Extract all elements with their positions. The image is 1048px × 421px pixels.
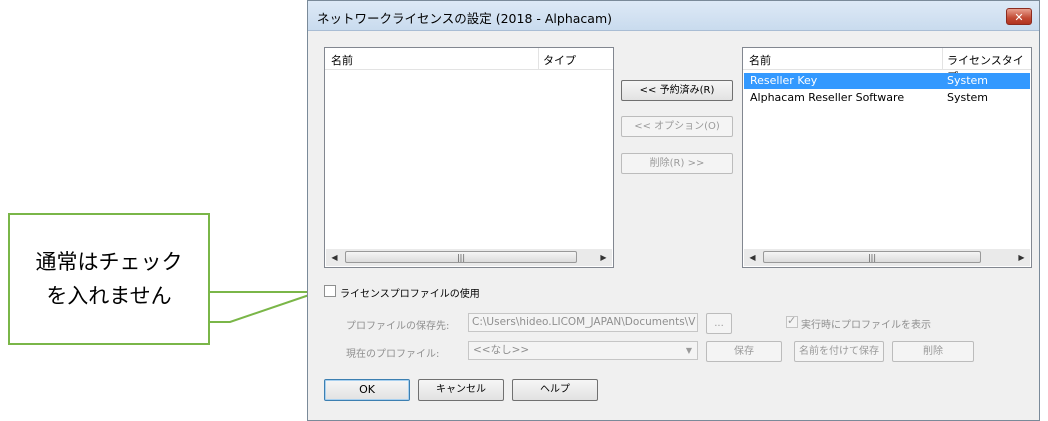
save-button[interactable]: 保存	[706, 341, 782, 362]
column-divider[interactable]	[538, 48, 539, 69]
license-type: System	[947, 74, 989, 87]
profile-location-field[interactable]: C:\Users\hideo.LICOM_JAPAN\Documents\V	[468, 313, 698, 332]
scroll-left-icon[interactable]: ◀	[326, 249, 343, 266]
available-licenses-list[interactable]: 名前 タイプ ◀ ||| ▶	[324, 47, 614, 268]
current-profile-value: <<なし>>	[473, 344, 530, 356]
delete-reserved-button[interactable]: 削除(R) >>	[621, 153, 733, 174]
list-item[interactable]: Reseller Key System	[744, 73, 1030, 89]
list-item[interactable]: Alphacam Reseller Software System	[744, 90, 1030, 106]
close-icon: ✕	[1014, 11, 1024, 24]
current-profile-select[interactable]: <<なし>> ▼	[468, 341, 698, 360]
list-header: 名前 タイプ	[325, 48, 613, 70]
use-profile-label[interactable]: ライセンスプロファイルの使用	[340, 285, 480, 300]
column-divider[interactable]	[942, 48, 943, 69]
use-profile-checkbox[interactable]	[324, 285, 336, 297]
show-profile-checkbox[interactable]: ✓	[786, 314, 798, 328]
current-profile-label: 現在のプロファイル:	[346, 349, 440, 360]
annotation-callout: 通常はチェック を入れません	[8, 213, 210, 345]
column-header-name[interactable]: 名前	[749, 52, 771, 68]
scroll-right-icon[interactable]: ▶	[595, 249, 612, 266]
dialog-title: ネットワークライセンスの設定 (2018 - Alphacam)	[317, 11, 612, 26]
cancel-button[interactable]: キャンセル	[418, 379, 504, 401]
scroll-left-icon[interactable]: ◀	[744, 249, 761, 266]
horizontal-scrollbar[interactable]: ◀ ||| ▶	[744, 249, 1030, 266]
chevron-down-icon: ▼	[685, 346, 692, 355]
callout-text: 通常はチェック を入れません	[10, 245, 208, 313]
checkmark-icon: ✓	[787, 314, 797, 327]
callout-line-2: を入れません	[46, 284, 172, 308]
scroll-grip-icon: |||	[867, 253, 877, 262]
reserved-licenses-list[interactable]: 名前 ライセンスタイプ Reseller Key System Alphacam…	[742, 47, 1032, 268]
scroll-thumb[interactable]: |||	[763, 251, 981, 263]
scroll-thumb[interactable]: |||	[345, 251, 577, 263]
option-button[interactable]: << オプション(O)	[621, 116, 733, 137]
scroll-right-icon[interactable]: ▶	[1013, 249, 1030, 266]
license-name: Alphacam Reseller Software	[750, 91, 905, 104]
browse-button[interactable]: ...	[706, 313, 732, 334]
title-bar: ネットワークライセンスの設定 (2018 - Alphacam) ✕	[308, 1, 1039, 31]
horizontal-scrollbar[interactable]: ◀ ||| ▶	[326, 249, 612, 266]
save-as-button[interactable]: 名前を付けて保存	[794, 341, 884, 362]
profile-location-label: プロファイルの保存先:	[346, 321, 450, 332]
help-button[interactable]: ヘルプ	[512, 379, 598, 401]
close-button[interactable]: ✕	[1006, 8, 1032, 25]
network-license-dialog: ネットワークライセンスの設定 (2018 - Alphacam) ✕ 名前 タイ…	[307, 0, 1040, 421]
callout-line-1: 通常はチェック	[35, 250, 183, 274]
reserved-button[interactable]: << 予約済み(R)	[621, 80, 733, 101]
show-profile-label[interactable]: 実行時にプロファイルを表示	[801, 316, 931, 331]
column-header-name[interactable]: 名前	[331, 52, 353, 68]
license-name: Reseller Key	[750, 74, 818, 87]
column-header-type[interactable]: タイプ	[543, 52, 576, 68]
list-header: 名前 ライセンスタイプ	[743, 48, 1031, 83]
ok-button[interactable]: OK	[324, 379, 410, 401]
scroll-grip-icon: |||	[456, 253, 466, 262]
license-type: System	[947, 91, 989, 104]
delete-profile-button[interactable]: 削除	[892, 341, 974, 362]
